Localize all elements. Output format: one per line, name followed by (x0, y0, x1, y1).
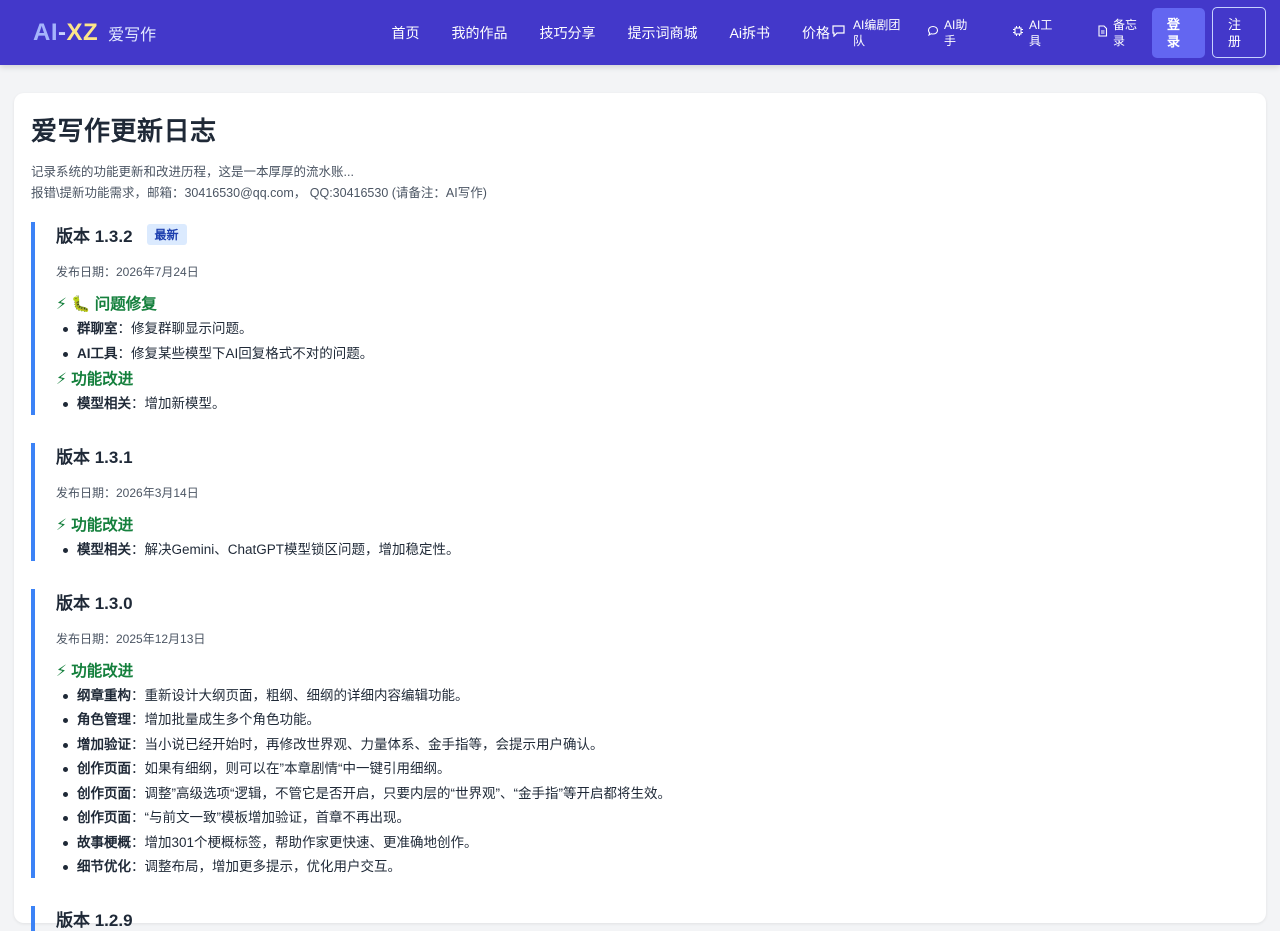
chat-icon[interactable] (832, 25, 845, 40)
section-heading-improvements: ⚡ 功能改进 (56, 516, 134, 534)
login-button[interactable]: 登录 (1152, 7, 1205, 58)
changelog-card: 爱写作更新日志 记录系统的功能更新和改进历程，这是一本厚厚的流水账... 报错\… (14, 93, 1266, 931)
release-date: 发布日期：2026年3月14日 (56, 485, 199, 500)
nav-home[interactable]: 首页 (392, 23, 420, 43)
list-item: 增加验证：当小说已经开始时，再修改世界观、力量体系、金手指等，会提示用户确认。 (56, 734, 1249, 756)
memo-label: 备忘录 (1113, 17, 1138, 48)
section-heading-bugfix: ⚡ 🐛 问题修复 (56, 296, 157, 313)
ai-assistant-label: AI助手 (944, 17, 968, 48)
list-item: 创作页面：调整”高级选项“逻辑，不管它是否开启，只要内层的“世界观”、“金手指”… (56, 783, 1249, 805)
nav-tips[interactable]: 技巧分享 (540, 23, 596, 43)
register-button[interactable]: 注册 (1212, 7, 1266, 58)
list-item: 故事梗概：增加301个梗概标签，帮助作家更快速、更准确地创作。 (56, 832, 1249, 854)
version-entry: 版本 1.3.0 发布日期：2025年12月13日 ⚡ 功能改进 纲章重构：重新… (31, 588, 1249, 878)
contact-line: 报错\提新功能需求，邮箱：30416530@qq.com， QQ:3041653… (31, 186, 487, 200)
list-item: AI工具：修复某些模型下AI回复格式不对的问题。 (56, 343, 1249, 365)
top-navbar: AI-XZ 爱写作 首页 我的作品 技巧分享 提示词商城 Ai拆书 价格 AI编… (0, 0, 1280, 65)
version-title: 版本 1.3.1 (56, 447, 133, 467)
logo-mark: AI-XZ (33, 18, 99, 46)
logo[interactable]: AI-XZ 爱写作 (33, 19, 156, 47)
list-item: 创作页面：“与前文一致”模板增加验证，首章不再出现。 (56, 807, 1249, 829)
nav-pricing[interactable]: 价格 (802, 23, 830, 43)
release-date: 发布日期：2025年12月13日 (56, 631, 206, 646)
version-entry: 版本 1.3.1 发布日期：2026年3月14日 ⚡ 功能改进 模型相关：解决G… (31, 442, 1249, 561)
logo-name: 爱写作 (108, 26, 157, 44)
ai-assistant-link[interactable]: AI助手 (927, 17, 970, 49)
list-item: 创作页面：如果有细纲，则可以在”本章剧情“中一键引用细纲。 (56, 758, 1249, 780)
list-item: 纲章重构：重新设计大纲页面，粗纲、细纲的详细内容编辑功能。 (56, 685, 1249, 707)
nav-my-works[interactable]: 我的作品 (452, 23, 508, 43)
document-icon (1097, 24, 1108, 41)
version-title: 版本 1.3.0 (56, 593, 133, 613)
section-heading-improvements: ⚡ 功能改进 (56, 370, 134, 388)
list-item: 模型相关：增加新模型。 (56, 393, 1249, 415)
release-date: 发布日期：2026年7月24日 (56, 265, 199, 279)
chip-icon (1012, 25, 1024, 41)
page-description: 记录系统的功能更新和改进历程，这是一本厚厚的流水账... 报错\提新功能需求，邮… (31, 162, 1249, 204)
description-line: 记录系统的功能更新和改进历程，这是一本厚厚的流水账... (31, 165, 354, 179)
list-item: 群聊室：修复群聊显示问题。 (56, 318, 1249, 340)
ai-tools-label: AI工具 (1029, 17, 1053, 48)
list-item: 细节优化：调整布局，增加更多提示，优化用户交互。 (56, 856, 1249, 878)
page-title: 爱写作更新日志 (31, 116, 217, 146)
nav-prompt-store[interactable]: 提示词商城 (628, 23, 698, 43)
version-title: 版本 1.2.9 (56, 911, 133, 930)
nav-ai-book-breakdown[interactable]: Ai拆书 (730, 23, 770, 43)
ai-tools-link[interactable]: AI工具 (1012, 17, 1055, 49)
ai-screenwriter-team-label: AI编剧团队 (853, 17, 901, 48)
main-nav: 首页 我的作品 技巧分享 提示词商城 Ai拆书 价格 AI编剧团队 AI助手 A… (392, 7, 1266, 58)
chat-bubble-icon (927, 25, 939, 41)
version-entry: 版本 1.3.2 最新 发布日期：2026年7月24日 ⚡ 🐛 问题修复 群聊室… (31, 222, 1249, 415)
latest-badge: 最新 (146, 224, 187, 245)
version-title: 版本 1.3.2 (56, 227, 133, 246)
list-item: 角色管理：增加批量成生多个角色功能。 (56, 709, 1249, 731)
version-entry: 版本 1.2.9 (31, 906, 1249, 931)
list-item: 模型相关：解决Gemini、ChatGPT模型锁区问题，增加稳定性。 (56, 539, 1249, 561)
section-heading-improvements: ⚡ 功能改进 (56, 662, 134, 680)
memo-link[interactable]: 备忘录 (1097, 17, 1139, 49)
ai-screenwriter-team-link[interactable]: AI编剧团队 (853, 17, 905, 49)
